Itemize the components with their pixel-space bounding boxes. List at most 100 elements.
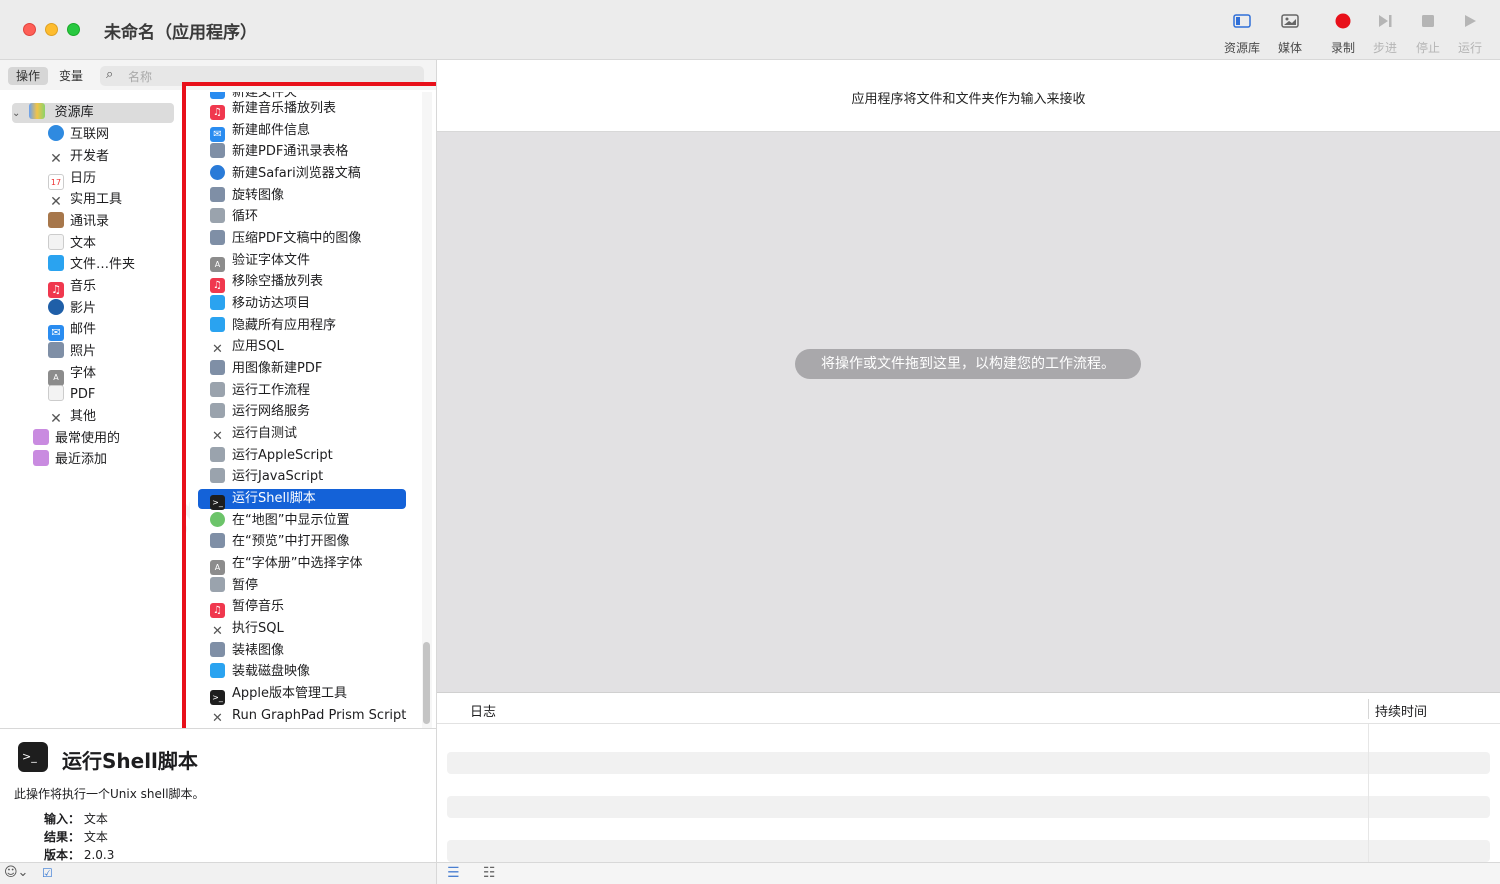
column-divider xyxy=(1368,699,1369,719)
mail-icon: ✉ xyxy=(48,325,64,341)
library-item[interactable]: 影片 xyxy=(48,299,96,319)
smart-folder-item[interactable]: 最常使用的 xyxy=(33,429,120,449)
font-icon: A xyxy=(48,370,64,386)
step-label: 步进 xyxy=(1372,41,1397,55)
library-toolbar-button[interactable]: 资源库 xyxy=(1220,12,1264,56)
close-window-button[interactable] xyxy=(23,23,36,36)
workflow-input-banner: 应用程序将文件和文件夹作为输入来接收 xyxy=(437,60,1500,132)
duration-column-header[interactable]: 持续时间 xyxy=(1375,701,1427,720)
log-row xyxy=(447,752,1490,774)
smart-folder-label: 最常使用的 xyxy=(55,431,121,446)
record-toolbar-button[interactable]: 录制 xyxy=(1321,12,1365,56)
library-item-label: 日历 xyxy=(70,171,97,186)
split-view-icon[interactable]: ☷ xyxy=(483,865,496,881)
title-bar: 未命名（应用程序） 资源库 媒体 录制 步进 停止 运行 xyxy=(0,0,1500,60)
run-label: 运行 xyxy=(1457,41,1482,55)
minimize-window-button[interactable] xyxy=(45,23,58,36)
smart-folder-icon xyxy=(33,429,49,445)
text-icon xyxy=(48,234,64,250)
library-item[interactable]: 通讯录 xyxy=(48,212,109,232)
stop-toolbar-button[interactable]: 停止 xyxy=(1406,12,1450,56)
media-label: 媒体 xyxy=(1277,41,1302,55)
utilities-icon: ✕ xyxy=(50,194,62,210)
photos-icon xyxy=(48,342,64,358)
input-banner-text: 应用程序将文件和文件夹作为输入来接收 xyxy=(851,92,1086,107)
library-item-label: 影片 xyxy=(70,301,97,316)
library-item-label: 其他 xyxy=(70,409,97,424)
smart-folder-icon xyxy=(33,450,49,466)
stop-label: 停止 xyxy=(1415,41,1440,55)
log-row xyxy=(447,840,1490,862)
library-item-label: 邮件 xyxy=(70,322,97,337)
terminal-icon: >_ xyxy=(18,742,48,772)
description-result: 结果： 文本 xyxy=(44,828,108,845)
log-header: 日志 持续时间 xyxy=(437,692,1500,724)
library-sidebar: ⌄ 资源库 互联网 ✕ 开发者 17 日历 ✕ 实用工具 通讯录 文本 文件…件夹 ♫… xyxy=(0,92,182,728)
search-placeholder: 名称 xyxy=(128,70,153,84)
right-bottom-bar: ☰ ☷ xyxy=(437,862,1500,884)
drop-hint: 将操作或文件拖到这里，以构建您的工作流程。 xyxy=(795,349,1141,379)
tools-icon: ✕ xyxy=(50,151,62,167)
library-item-label: 音乐 xyxy=(70,279,97,294)
action-description-panel: >_ 运行Shell脚本 此操作将执行一个Unix shell脚本。 输入： 文… xyxy=(0,728,436,862)
left-bottom-bar: ☺⌄ ☑ xyxy=(0,862,436,884)
tab-variables[interactable]: 变量 xyxy=(51,67,91,85)
log-row xyxy=(447,796,1490,818)
step-toolbar-button[interactable]: 步进 xyxy=(1363,12,1407,56)
library-item[interactable]: ✕ 其他 xyxy=(48,407,96,427)
smart-folder-item[interactable]: 最近添加 xyxy=(33,450,107,470)
finder-icon xyxy=(48,255,64,271)
search-icon: ⌕ xyxy=(106,67,114,82)
library-item[interactable]: 17 日历 xyxy=(48,169,97,190)
library-item[interactable]: A 字体 xyxy=(48,364,97,386)
library-item-label: PDF xyxy=(70,387,96,402)
description-version: 版本： 2.0.3 xyxy=(44,846,114,863)
contacts-icon xyxy=(48,212,64,228)
library-item[interactable]: 文件…件夹 xyxy=(48,255,135,275)
window-title: 未命名（应用程序） xyxy=(104,23,257,43)
library-item[interactable]: ✕ 实用工具 xyxy=(48,190,122,210)
library-root[interactable]: ⌄ 资源库 xyxy=(12,103,174,123)
column-divider xyxy=(1368,724,1369,862)
movie-icon xyxy=(48,299,64,315)
zoom-window-button[interactable] xyxy=(67,23,80,36)
library-item[interactable]: PDF xyxy=(48,385,95,405)
library-item-label: 字体 xyxy=(70,366,97,381)
sidebar-icon xyxy=(1220,12,1264,36)
media-toolbar-button[interactable]: 媒体 xyxy=(1268,12,1312,56)
run-toolbar-button[interactable]: 运行 xyxy=(1448,12,1492,56)
description-title: 运行Shell脚本 xyxy=(62,749,198,773)
library-item-label: 互联网 xyxy=(70,127,110,142)
library-item[interactable]: ♫ 音乐 xyxy=(48,277,97,298)
description-input: 输入： 文本 xyxy=(44,810,108,827)
result-value: 文本 xyxy=(83,830,108,844)
library-item-label: 实用工具 xyxy=(70,192,123,207)
highlight-box xyxy=(182,82,444,734)
library-item[interactable]: 互联网 xyxy=(48,125,109,145)
tab-actions[interactable]: 操作 xyxy=(8,67,49,85)
step-icon xyxy=(1363,12,1407,36)
input-value: 文本 xyxy=(83,812,108,826)
description-toggle-icon[interactable]: ☑ xyxy=(42,866,53,880)
library-item[interactable]: 照片 xyxy=(48,342,96,362)
library-root-label: 资源库 xyxy=(54,105,94,120)
action-menu-icon[interactable]: ☺⌄ xyxy=(4,865,28,880)
list-view-icon[interactable]: ☰ xyxy=(447,865,460,881)
workflow-canvas[interactable]: 将操作或文件拖到这里，以构建您的工作流程。 xyxy=(437,132,1500,692)
library-item-label: 通讯录 xyxy=(70,214,110,229)
library-item[interactable]: 文本 xyxy=(48,234,96,254)
photo-icon xyxy=(1268,12,1312,36)
library-label: 资源库 xyxy=(1223,41,1260,55)
stop-icon xyxy=(1406,12,1450,36)
log-column-header[interactable]: 日志 xyxy=(470,701,496,720)
description-text: 此操作将执行一个Unix shell脚本。 xyxy=(14,787,205,801)
library-item[interactable]: ✕ 开发者 xyxy=(48,147,109,167)
version-value: 2.0.3 xyxy=(83,848,115,862)
library-item-label: 文本 xyxy=(70,236,97,251)
other-icon: ✕ xyxy=(50,411,62,427)
record-icon xyxy=(1321,12,1365,36)
library-item[interactable]: ✉ 邮件 xyxy=(48,320,97,341)
music-icon: ♫ xyxy=(48,282,64,298)
pdf-icon xyxy=(48,385,64,401)
calendar-icon: 17 xyxy=(48,174,64,190)
